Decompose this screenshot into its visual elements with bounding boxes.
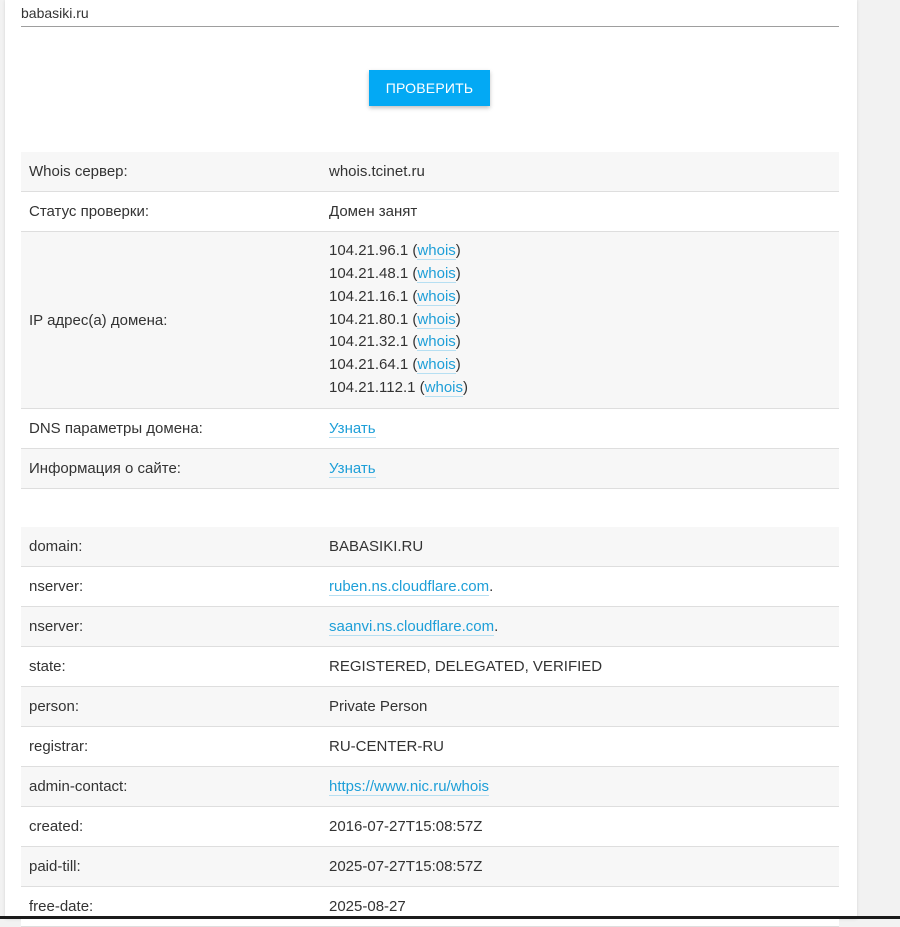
- table-row: Статус проверки: Домен занят: [21, 191, 839, 232]
- ip-whois-link[interactable]: whois: [417, 333, 456, 352]
- whois-key: person:: [21, 686, 321, 727]
- whois-value-cell: saanvi.ns.cloudflare.com.: [321, 606, 839, 647]
- ip-whois-link[interactable]: whois: [417, 265, 456, 283]
- ip-entry: 104.21.112.1 (whois): [329, 378, 469, 397]
- whois-server-label: Whois сервер:: [21, 152, 321, 192]
- whois-key: registrar:: [21, 726, 321, 767]
- status-value: Домен занят: [321, 191, 839, 232]
- whois-value-link[interactable]: saanvi.ns.cloudflare.com: [329, 618, 495, 636]
- domain-input[interactable]: [21, 0, 839, 27]
- whois-key: created:: [21, 806, 321, 847]
- table-row: nserver: ruben.ns.cloudflare.com.: [21, 566, 839, 607]
- ip-address: 104.21.16.1: [329, 287, 409, 305]
- ip-list: 104.21.96.1 (whois) 104.21.48.1 (whois) 10…: [329, 240, 839, 400]
- site-info-cell: Узнать: [321, 448, 839, 489]
- table-row: nserver: saanvi.ns.cloudflare.com.: [21, 606, 839, 647]
- ip-entry: 104.21.96.1 (whois): [329, 242, 461, 261]
- whois-value-cell: 2016-07-27T15:08:57Z: [321, 806, 839, 847]
- whois-value-cell: ruben.ns.cloudflare.com.: [321, 566, 839, 607]
- whois-key: nserver:: [21, 566, 321, 607]
- summary-table: Whois сервер: whois.tcinet.ru Статус про…: [21, 152, 839, 489]
- whois-value-cell: RU-CENTER-RU: [321, 726, 839, 767]
- ip-entry: 104.21.32.1 (whois): [329, 333, 461, 352]
- ip-whois-link[interactable]: whois: [417, 287, 456, 306]
- whois-value-link[interactable]: https://www.nic.ru/whois: [329, 778, 490, 796]
- table-row: free-date: 2025-08-27: [21, 886, 839, 927]
- ip-label: IP адрес(а) домена:: [21, 231, 321, 409]
- results-card: ПРОВЕРИТЬ Whois сервер: whois.tcinet.ru …: [5, 0, 857, 927]
- ip-cell: 104.21.96.1 (whois) 104.21.48.1 (whois) 10…: [321, 231, 839, 409]
- table-row: Информация о сайте: Узнать: [21, 448, 839, 489]
- whois-key: free-date:: [21, 886, 321, 927]
- dns-label: DNS параметры домена:: [21, 408, 321, 449]
- ip-entry: 104.21.16.1 (whois): [329, 287, 461, 306]
- table-row: registrar: RU-CENTER-RU: [21, 726, 839, 767]
- ip-entry: 104.21.64.1 (whois): [329, 356, 461, 375]
- whois-key: paid-till:: [21, 846, 321, 887]
- table-row: IP адрес(а) домена: 104.21.96.1 (whois) 1…: [21, 231, 839, 409]
- whois-server-value: whois.tcinet.ru: [321, 152, 839, 192]
- whois-value-cell: Private Person: [321, 686, 839, 727]
- whois-key: state:: [21, 646, 321, 687]
- whois-value-link[interactable]: ruben.ns.cloudflare.com: [329, 578, 490, 596]
- table-row: created: 2016-07-27T15:08:57Z: [21, 806, 839, 847]
- ip-whois-link[interactable]: whois: [417, 310, 456, 329]
- table-row: domain: BABASIKI.RU: [21, 527, 839, 567]
- ip-address: 104.21.80.1: [329, 310, 409, 328]
- ip-address: 104.21.96.1: [329, 242, 409, 260]
- table-row: person: Private Person: [21, 686, 839, 727]
- site-info-link[interactable]: Узнать: [329, 460, 376, 478]
- dns-link[interactable]: Узнать: [329, 420, 376, 438]
- whois-table: domain: BABASIKI.RU nserver: ruben.ns.cloud…: [21, 527, 839, 927]
- whois-key: domain:: [21, 527, 321, 567]
- check-button[interactable]: ПРОВЕРИТЬ: [369, 70, 490, 106]
- table-row: admin-contact: https://www.nic.ru/whois: [21, 766, 839, 807]
- ip-address: 104.21.32.1: [329, 333, 409, 351]
- table-row: paid-till: 2025-07-27T15:08:57Z: [21, 846, 839, 887]
- whois-key: admin-contact:: [21, 766, 321, 807]
- ip-address: 104.21.48.1: [329, 265, 409, 282]
- ip-entry: 104.21.80.1 (whois): [329, 310, 461, 329]
- ip-entry: 104.21.48.1 (whois): [329, 265, 461, 283]
- ip-whois-link[interactable]: whois: [424, 378, 464, 397]
- ip-whois-link[interactable]: whois: [417, 242, 456, 261]
- whois-value-cell: BABASIKI.RU: [321, 527, 839, 567]
- whois-value-cell: https://www.nic.ru/whois: [321, 766, 839, 807]
- dns-cell: Узнать: [321, 408, 839, 449]
- table-row: DNS параметры домена: Узнать: [21, 408, 839, 449]
- ip-whois-link[interactable]: whois: [417, 356, 456, 375]
- whois-value-cell: REGISTERED, DELEGATED, VERIFIED: [321, 646, 839, 687]
- ip-address: 104.21.64.1: [329, 356, 409, 374]
- whois-value-cell: 2025-07-27T15:08:57Z: [321, 846, 839, 887]
- table-row: Whois сервер: whois.tcinet.ru: [21, 152, 839, 192]
- ip-address: 104.21.112.1: [329, 378, 416, 396]
- whois-value-cell: 2025-08-27: [321, 886, 839, 927]
- status-label: Статус проверки:: [21, 191, 321, 232]
- whois-value-suffix: .: [494, 618, 499, 635]
- table-row: state: REGISTERED, DELEGATED, VERIFIED: [21, 646, 839, 687]
- whois-key: nserver:: [21, 606, 321, 647]
- whois-value-suffix: .: [489, 578, 494, 595]
- site-info-label: Информация о сайте:: [21, 448, 321, 489]
